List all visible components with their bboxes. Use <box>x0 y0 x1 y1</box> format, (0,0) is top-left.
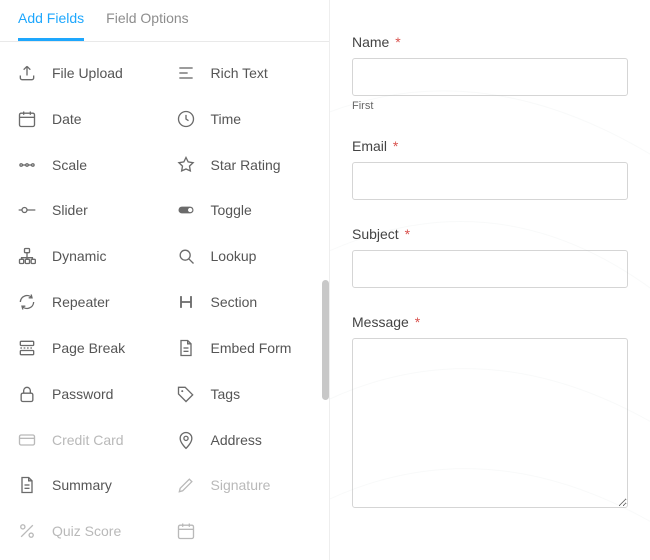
field-type-label: Slider <box>52 199 88 219</box>
field-type-dynamic[interactable]: Dynamic <box>6 235 165 281</box>
field-type-label: Tags <box>211 383 241 403</box>
required-asterisk: * <box>395 34 400 50</box>
label-message-text: Message <box>352 314 409 330</box>
field-type-label: Toggle <box>211 199 252 219</box>
field-message: Message * <box>352 314 628 513</box>
field-type-label: Date <box>52 108 82 128</box>
lock-icon <box>16 383 38 405</box>
file-icon <box>175 337 197 359</box>
search-icon <box>175 245 197 267</box>
label-email-text: Email <box>352 138 387 154</box>
field-type-label: Address <box>211 429 262 449</box>
field-type-label: Signature <box>211 474 271 494</box>
tab-field-options[interactable]: Field Options <box>106 10 188 41</box>
field-type-scale[interactable]: Scale <box>6 144 165 190</box>
field-subject: Subject * <box>352 226 628 288</box>
field-type-label: Password <box>52 383 113 403</box>
field-type-toggle[interactable]: Toggle <box>165 189 324 235</box>
sitemap-icon <box>16 245 38 267</box>
toggle-icon <box>175 199 197 221</box>
break-icon <box>16 337 38 359</box>
field-type-date[interactable]: Date <box>6 98 165 144</box>
field-type-credit-card: Credit Card <box>6 419 165 465</box>
input-subject[interactable] <box>352 250 628 288</box>
required-asterisk: * <box>393 138 398 154</box>
field-type-label: Quiz Score <box>52 520 121 540</box>
field-type-address[interactable]: Address <box>165 419 324 465</box>
field-type-label: Dynamic <box>52 245 106 265</box>
tab-add-fields[interactable]: Add Fields <box>18 10 84 41</box>
pin-icon <box>175 429 197 451</box>
pen-icon <box>175 474 197 496</box>
field-type-label: File Upload <box>52 62 123 82</box>
repeat-icon <box>16 291 38 313</box>
left-panel: Add Fields Field Options File Upload Rich… <box>0 0 330 560</box>
star-icon <box>175 154 197 176</box>
field-type-file-upload[interactable]: File Upload <box>6 52 165 98</box>
field-type-label: Lookup <box>211 245 257 265</box>
form-preview: Name * First Email * Subject * Message * <box>330 0 650 560</box>
field-type-label: Scale <box>52 154 87 174</box>
calendar-icon <box>16 108 38 130</box>
required-asterisk: * <box>415 314 420 330</box>
scale-icon <box>16 154 38 176</box>
label-message: Message * <box>352 314 628 330</box>
field-type-signature: Signature <box>165 464 324 510</box>
input-email[interactable] <box>352 162 628 200</box>
field-email: Email * <box>352 138 628 200</box>
field-type-label: Section <box>211 291 258 311</box>
field-type-label: Page Break <box>52 337 125 357</box>
field-type-blank <box>165 510 324 556</box>
field-type-label: Time <box>211 108 242 128</box>
file-icon <box>16 474 38 496</box>
field-type-time[interactable]: Time <box>165 98 324 144</box>
sublabel-name-first: First <box>352 100 628 112</box>
field-type-label: Credit Card <box>52 429 124 449</box>
field-type-star-rating[interactable]: Star Rating <box>165 144 324 190</box>
slider-icon <box>16 199 38 221</box>
field-type-label: Star Rating <box>211 154 281 174</box>
field-type-rich-text[interactable]: Rich Text <box>165 52 324 98</box>
label-name-text: Name <box>352 34 389 50</box>
card-icon <box>16 429 38 451</box>
calendar-icon <box>175 520 197 542</box>
tag-icon <box>175 383 197 405</box>
field-type-password[interactable]: Password <box>6 373 165 419</box>
field-type-label: Rich Text <box>211 62 268 82</box>
label-email: Email * <box>352 138 628 154</box>
field-type-section[interactable]: Section <box>165 281 324 327</box>
field-name: Name * First <box>352 34 628 112</box>
field-type-embed-form[interactable]: Embed Form <box>165 327 324 373</box>
label-name: Name * <box>352 34 628 50</box>
label-subject-text: Subject <box>352 226 399 242</box>
fields-grid: File Upload Rich Text Date Time Scale Star Ra… <box>0 42 329 560</box>
field-type-summary[interactable]: Summary <box>6 464 165 510</box>
label-subject: Subject * <box>352 226 628 242</box>
field-type-slider[interactable]: Slider <box>6 189 165 235</box>
field-type-quiz-score: Quiz Score <box>6 510 165 556</box>
field-type-label: Embed Form <box>211 337 292 357</box>
clock-icon <box>175 108 197 130</box>
field-type-page-break[interactable]: Page Break <box>6 327 165 373</box>
panel-tabs: Add Fields Field Options <box>0 0 329 42</box>
upload-icon <box>16 62 38 84</box>
field-type-label: Summary <box>52 474 112 494</box>
heading-icon <box>175 291 197 313</box>
field-type-lookup[interactable]: Lookup <box>165 235 324 281</box>
percent-icon <box>16 520 38 542</box>
input-name-first[interactable] <box>352 58 628 96</box>
app-root: Add Fields Field Options File Upload Rich… <box>0 0 650 560</box>
field-type-tags[interactable]: Tags <box>165 373 324 419</box>
field-type-repeater[interactable]: Repeater <box>6 281 165 327</box>
required-asterisk: * <box>405 226 410 242</box>
field-type-label: Repeater <box>52 291 110 311</box>
scrollbar-thumb[interactable] <box>322 280 329 400</box>
align-icon <box>175 62 197 84</box>
textarea-message[interactable] <box>352 338 628 508</box>
